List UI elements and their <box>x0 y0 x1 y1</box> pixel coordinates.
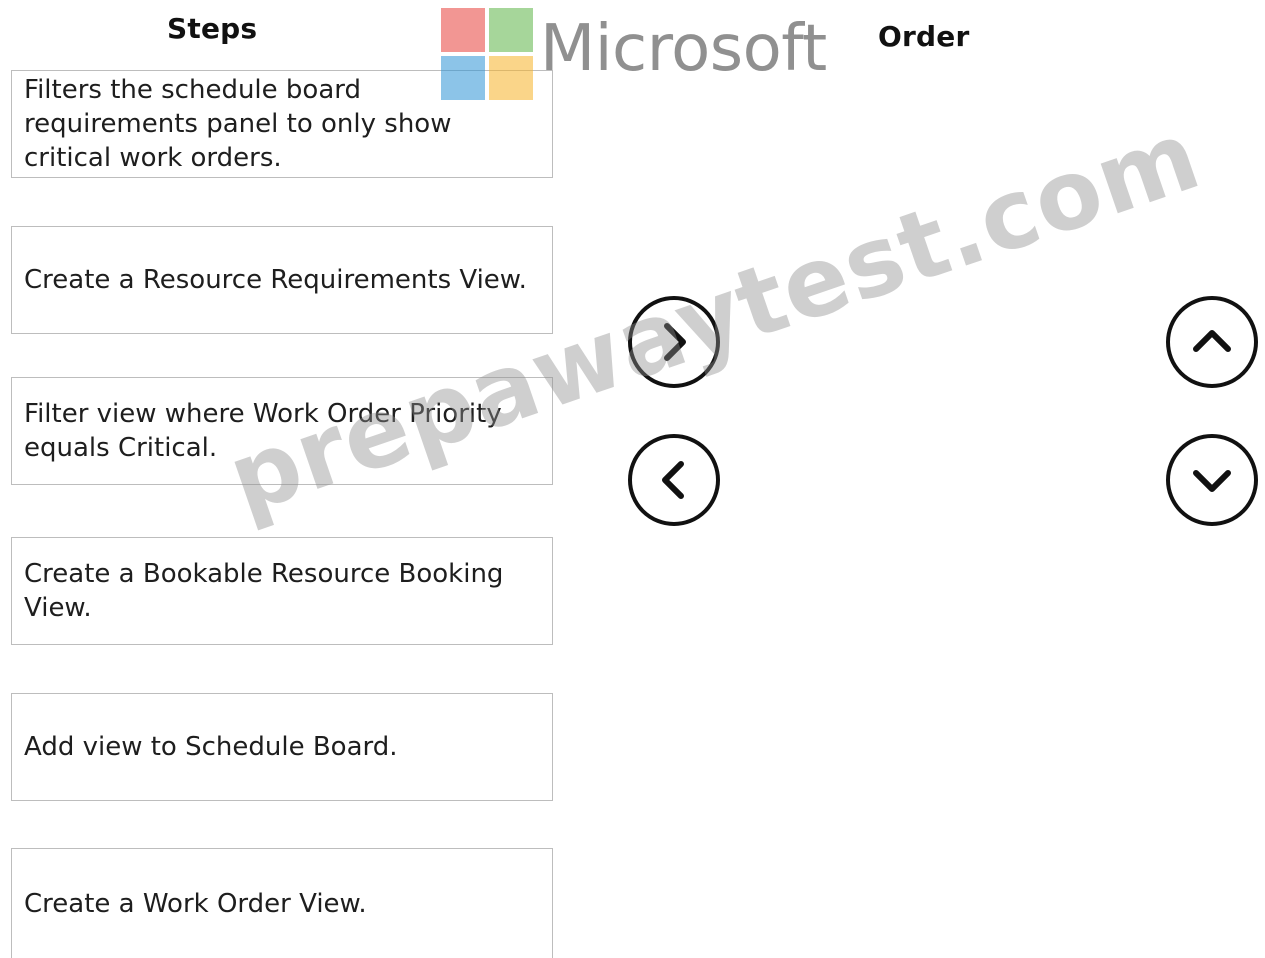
order-heading: Order <box>878 20 970 53</box>
chevron-right-icon <box>664 323 686 361</box>
step-item-text: Filters the schedule board requirements … <box>24 75 452 173</box>
step-item[interactable]: Add view to Schedule Board. <box>11 693 553 801</box>
step-item-text: Create a Resource Requirements View. <box>24 265 527 295</box>
order-answer-area[interactable] <box>740 70 1140 930</box>
move-down-button[interactable] <box>1166 434 1258 526</box>
chevron-left-icon <box>662 461 684 499</box>
step-item[interactable]: Filters the schedule board requirements … <box>11 70 553 178</box>
step-item-text: Create a Work Order View. <box>24 888 367 919</box>
step-item[interactable]: Create a Bookable Resource Booking View. <box>11 537 553 645</box>
step-item[interactable]: Create a Resource Requirements View. <box>11 226 553 334</box>
chevron-up-icon <box>1193 330 1231 352</box>
move-up-button[interactable] <box>1166 296 1258 388</box>
logo-square-red <box>441 8 485 52</box>
move-right-button[interactable] <box>628 296 720 388</box>
step-item-text: Filter view where Work Order Priority eq… <box>24 399 502 463</box>
steps-heading: Steps <box>167 12 258 45</box>
chevron-down-icon <box>1193 470 1231 492</box>
step-item-text: Create a Bookable Resource Booking View. <box>24 559 504 623</box>
move-left-button[interactable] <box>628 434 720 526</box>
step-item-text: Add view to Schedule Board. <box>24 732 398 762</box>
step-item[interactable]: Filter view where Work Order Priority eq… <box>11 377 553 485</box>
logo-square-green <box>489 8 533 52</box>
step-item[interactable]: Create a Work Order View. <box>11 848 553 958</box>
